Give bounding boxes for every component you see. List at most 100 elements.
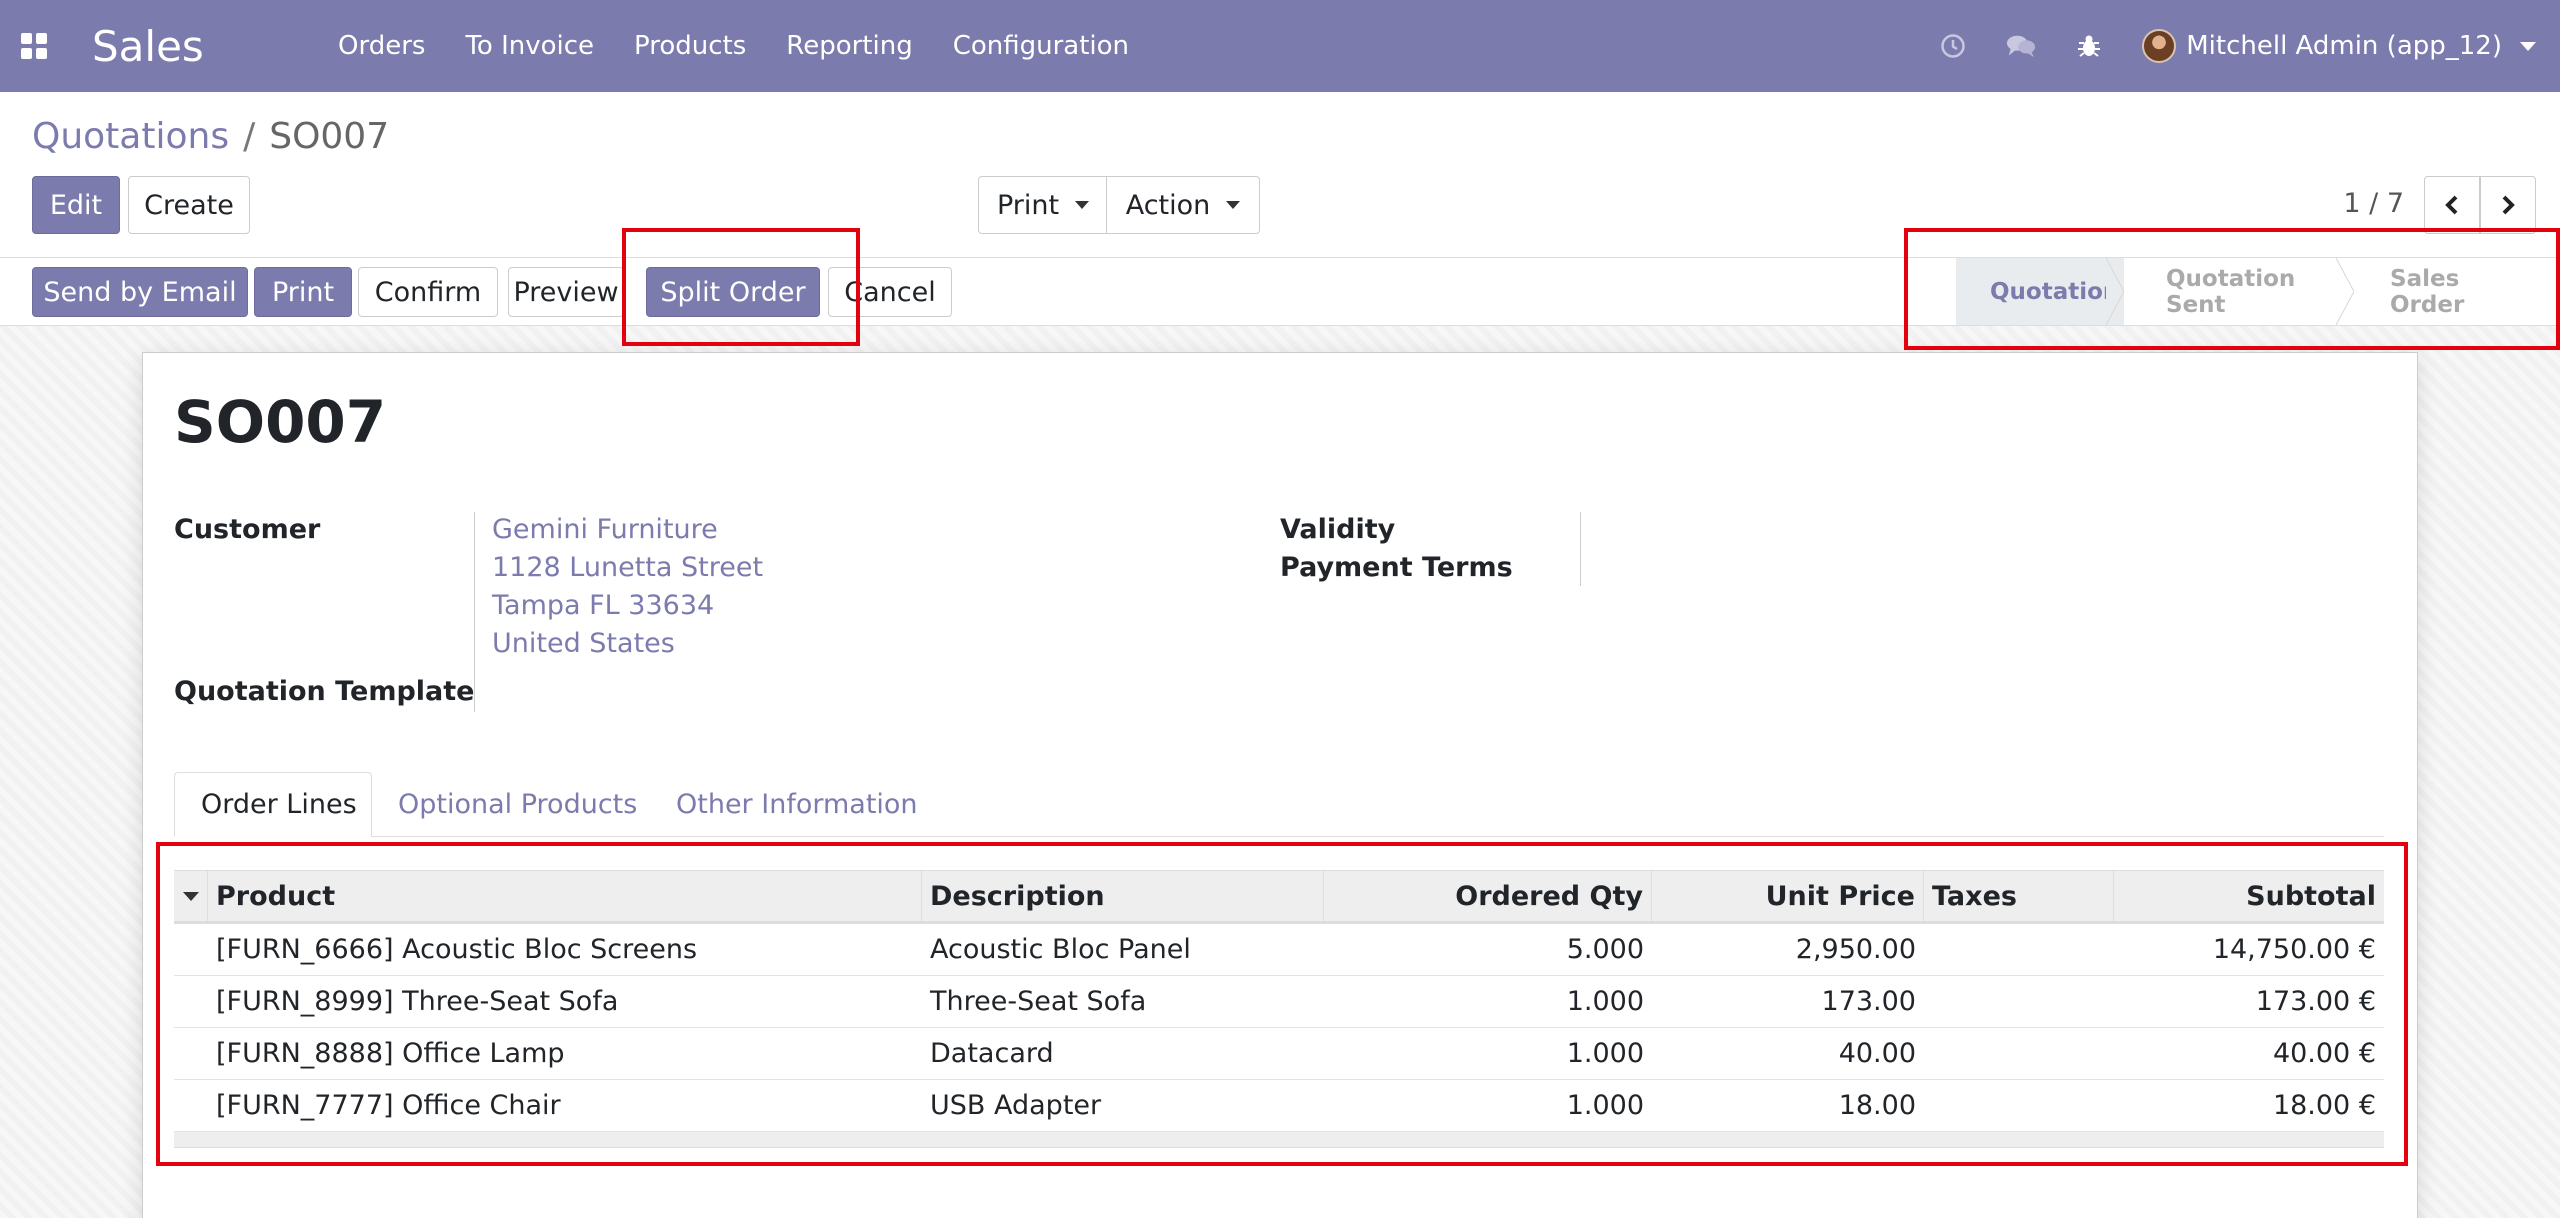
row-spacer	[174, 1028, 208, 1079]
user-avatar[interactable]	[2142, 29, 2177, 63]
top-navbar: Sales Orders To Invoice Products Reporti…	[0, 0, 2560, 92]
breadcrumb-current: SO007	[269, 116, 390, 157]
customer-label: Customer	[174, 514, 321, 545]
apps-grid-icon[interactable]	[18, 30, 50, 62]
stage-arrow-icon	[2336, 258, 2354, 325]
table-footer	[174, 1132, 2384, 1148]
menu-reporting[interactable]: Reporting	[786, 31, 912, 61]
menu-products[interactable]: Products	[634, 31, 746, 61]
cell-taxes[interactable]	[1924, 976, 2114, 1027]
column-toggle[interactable]	[174, 871, 208, 921]
chat-icon[interactable]	[2006, 31, 2036, 61]
send-by-email-button[interactable]: Send by Email	[32, 267, 248, 317]
cell-ordered-qty[interactable]: 1.000	[1324, 976, 1652, 1027]
chevron-down-icon[interactable]	[2520, 41, 2536, 51]
row-spacer	[174, 976, 208, 1027]
cell-unit-price[interactable]: 173.00	[1652, 976, 1924, 1027]
payment-terms-label: Payment Terms	[1280, 552, 1513, 583]
table-header: Product Description Ordered Qty Unit Pri…	[174, 870, 2384, 924]
table-row[interactable]: [FURN_7777] Office Chair USB Adapter 1.0…	[174, 1080, 2384, 1132]
customer-country[interactable]: United States	[492, 628, 675, 659]
print-dropdown-button[interactable]: Print	[978, 176, 1108, 234]
cell-product[interactable]: [FURN_6666] Acoustic Bloc Screens	[208, 924, 922, 975]
row-spacer	[174, 1080, 208, 1131]
customer-city[interactable]: Tampa FL 33634	[492, 590, 714, 621]
cell-ordered-qty[interactable]: 1.000	[1324, 1028, 1652, 1079]
bug-icon[interactable]	[2074, 31, 2104, 61]
table-row[interactable]: [FURN_8888] Office Lamp Datacard 1.000 4…	[174, 1028, 2384, 1080]
cell-unit-price[interactable]: 40.00	[1652, 1028, 1924, 1079]
menu-orders[interactable]: Orders	[338, 31, 425, 61]
cell-ordered-qty[interactable]: 5.000	[1324, 924, 1652, 975]
order-lines-table: Product Description Ordered Qty Unit Pri…	[174, 870, 2384, 1148]
form-statusbar: Send by Email Print Confirm Preview Spli…	[0, 258, 2560, 326]
customer-name-link[interactable]: Gemini Furniture	[492, 514, 718, 545]
caret-down-icon	[182, 891, 199, 901]
cell-taxes[interactable]	[1924, 924, 2114, 975]
tab-optional-products[interactable]: Optional Products	[372, 772, 663, 837]
field-divider	[1580, 512, 1581, 586]
user-menu[interactable]: Mitchell Admin (app_12)	[2186, 31, 2502, 61]
action-dropdown-button[interactable]: Action	[1106, 176, 1260, 234]
stage-arrow-icon	[2106, 258, 2124, 325]
preview-button[interactable]: Preview	[508, 267, 624, 317]
cell-taxes[interactable]	[1924, 1028, 2114, 1079]
column-subtotal[interactable]: Subtotal	[2114, 871, 2384, 921]
stage-sales-order[interactable]: Sales Order	[2354, 258, 2560, 325]
cancel-button[interactable]: Cancel	[828, 267, 952, 317]
stage-quotation-sent[interactable]: Quotation Sent	[2124, 258, 2354, 325]
chevron-down-icon	[1075, 201, 1090, 209]
stage-quotation[interactable]: Quotation	[1956, 258, 2124, 325]
cell-description[interactable]: Acoustic Bloc Panel	[922, 924, 1324, 975]
tab-other-information[interactable]: Other Information	[650, 772, 944, 837]
column-product[interactable]: Product	[208, 871, 922, 921]
menu-configuration[interactable]: Configuration	[953, 31, 1129, 61]
pager-previous-button[interactable]	[2424, 176, 2480, 234]
action-dropdown-label: Action	[1125, 189, 1211, 221]
chevron-right-icon	[2502, 195, 2515, 215]
table-row[interactable]: [FURN_8999] Three-Seat Sofa Three-Seat S…	[174, 976, 2384, 1028]
pager-next-button[interactable]	[2480, 176, 2536, 234]
column-ordered-qty[interactable]: Ordered Qty	[1324, 871, 1652, 921]
clock-icon[interactable]	[1938, 31, 1968, 61]
cell-subtotal: 14,750.00 €	[2212, 934, 2376, 965]
pager-value[interactable]: 1 / 7	[2343, 188, 2404, 219]
column-unit-price[interactable]: Unit Price	[1652, 871, 1924, 921]
cell-description[interactable]: USB Adapter	[922, 1080, 1324, 1131]
chevron-left-icon	[2445, 195, 2458, 215]
order-title: SO007	[174, 388, 387, 456]
cell-product[interactable]: [FURN_8888] Office Lamp	[208, 1028, 922, 1079]
cell-taxes[interactable]	[1924, 1080, 2114, 1131]
edit-button[interactable]: Edit	[32, 176, 120, 234]
print-button[interactable]: Print	[254, 267, 352, 317]
menu-to-invoice[interactable]: To Invoice	[465, 31, 594, 61]
app-brand[interactable]: Sales	[92, 22, 312, 71]
column-taxes[interactable]: Taxes	[1924, 871, 2114, 921]
cell-description[interactable]: Datacard	[922, 1028, 1324, 1079]
column-description[interactable]: Description	[922, 871, 1324, 921]
quotation-template-label: Quotation Template	[174, 676, 475, 707]
cell-subtotal: 18.00 €	[2272, 1090, 2376, 1121]
confirm-button[interactable]: Confirm	[358, 267, 498, 317]
table-row[interactable]: [FURN_6666] Acoustic Bloc Screens Acoust…	[174, 924, 2384, 976]
control-panel: Quotations / SO007 Edit Create Print Act…	[0, 92, 2560, 258]
cell-unit-price[interactable]: 2,950.00	[1652, 924, 1924, 975]
cell-ordered-qty[interactable]: 1.000	[1324, 1080, 1652, 1131]
create-button[interactable]: Create	[128, 176, 250, 234]
breadcrumb-separator: /	[243, 116, 256, 157]
row-spacer	[174, 924, 208, 975]
customer-street[interactable]: 1128 Lunetta Street	[492, 552, 763, 583]
cell-product[interactable]: [FURN_7777] Office Chair	[208, 1080, 922, 1131]
print-dropdown-label: Print	[996, 189, 1060, 221]
breadcrumb-quotations[interactable]: Quotations	[32, 116, 229, 157]
cell-product[interactable]: [FURN_8999] Three-Seat Sofa	[208, 976, 922, 1027]
cell-unit-price[interactable]: 18.00	[1652, 1080, 1924, 1131]
cell-subtotal: 173.00 €	[2255, 986, 2376, 1017]
status-stages: Quotation Quotation Sent Sales Order	[1956, 258, 2560, 325]
cell-description[interactable]: Three-Seat Sofa	[922, 976, 1324, 1027]
main-menu: Orders To Invoice Products Reporting Con…	[338, 31, 1169, 61]
navbar-systray: Mitchell Admin (app_12)	[1938, 0, 2536, 92]
breadcrumb: Quotations / SO007	[32, 116, 389, 157]
split-order-button[interactable]: Split Order	[646, 267, 820, 317]
tab-order-lines[interactable]: Order Lines	[174, 772, 372, 837]
